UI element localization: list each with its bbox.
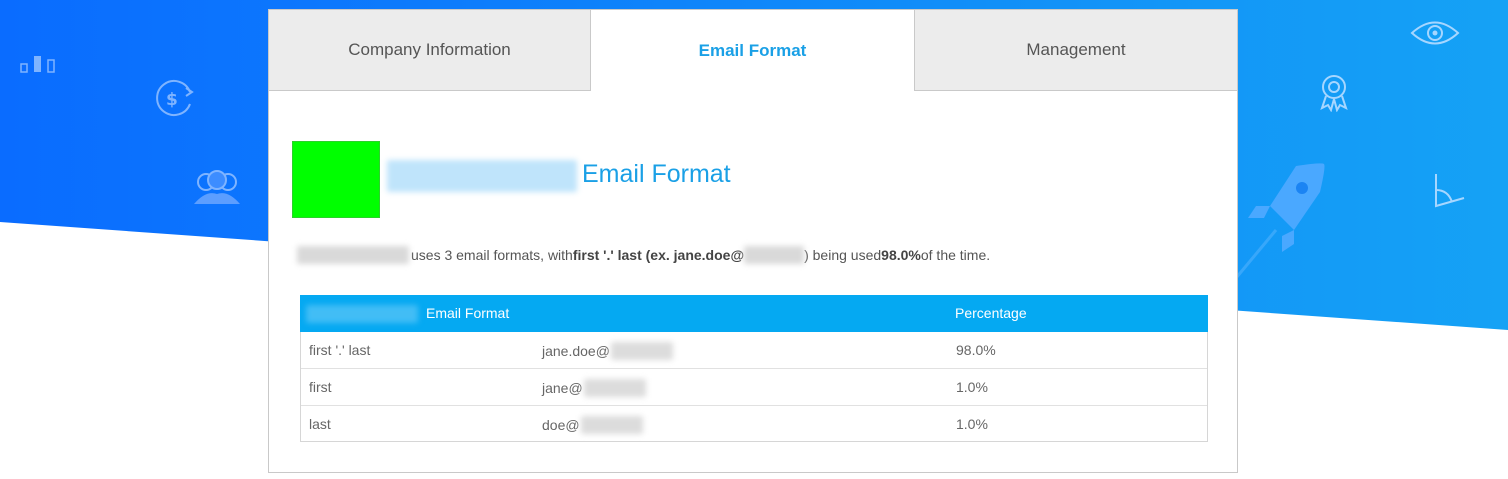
company-logo: [292, 141, 380, 218]
dollar-refresh-icon: $: [156, 80, 194, 116]
domain-redacted: [610, 342, 673, 360]
domain-redacted: [744, 246, 805, 264]
example-text: jane@: [542, 380, 583, 396]
format-cell: last: [309, 416, 331, 432]
summary-text: ) being used: [804, 247, 882, 263]
example-cell: jane@: [542, 379, 646, 397]
users-icon: [194, 170, 240, 204]
summary-format: first '.' last (ex. jane.doe@: [572, 247, 745, 263]
table-header: Email Format Percentage: [300, 295, 1208, 332]
tab-bar: Company Information Email Format Managem…: [269, 10, 1237, 91]
tab-management[interactable]: Management: [914, 10, 1237, 91]
svg-text:$: $: [166, 90, 178, 110]
eye-icon: [1410, 21, 1460, 45]
tab-email-format[interactable]: Email Format: [591, 10, 914, 91]
company-name-redacted: [306, 305, 418, 323]
summary-text: of the time.: [920, 247, 991, 263]
tab-company-information[interactable]: Company Information: [269, 10, 591, 91]
format-cell: first: [309, 379, 332, 395]
email-format-summary: uses 3 email formats, with first '.' las…: [297, 246, 990, 264]
column-header-percentage: Percentage: [955, 305, 1027, 321]
angle-icon: [1435, 174, 1465, 208]
bar-chart-icon: [20, 56, 55, 73]
table-row: first '.' last jane.doe@ 98.0%: [301, 332, 1207, 369]
page-title: Email Format: [582, 160, 731, 188]
example-cell: jane.doe@: [542, 342, 673, 360]
example-text: jane.doe@: [542, 343, 610, 359]
percentage-cell: 98.0%: [956, 342, 996, 358]
award-icon: [1320, 75, 1348, 112]
example-cell: doe@: [542, 416, 643, 434]
percentage-cell: 1.0%: [956, 416, 988, 432]
example-text: doe@: [542, 417, 580, 433]
summary-text: uses 3 email formats, with: [411, 247, 573, 263]
column-header-format: Email Format: [426, 305, 510, 321]
format-cell: first '.' last: [309, 342, 371, 358]
rocket-icon: [1236, 163, 1325, 279]
percentage-cell: 1.0%: [956, 379, 988, 395]
email-format-table: Email Format Percentage first '.' last j…: [300, 295, 1208, 442]
company-name-redacted: [387, 160, 577, 192]
domain-redacted: [583, 379, 646, 397]
company-name-redacted: [297, 246, 409, 264]
table-row: first jane@ 1.0%: [301, 369, 1207, 406]
domain-redacted: [580, 416, 643, 434]
table-row: last doe@ 1.0%: [301, 406, 1207, 443]
summary-percent: 98.0%: [881, 247, 921, 263]
email-format-card: Company Information Email Format Managem…: [268, 9, 1238, 473]
